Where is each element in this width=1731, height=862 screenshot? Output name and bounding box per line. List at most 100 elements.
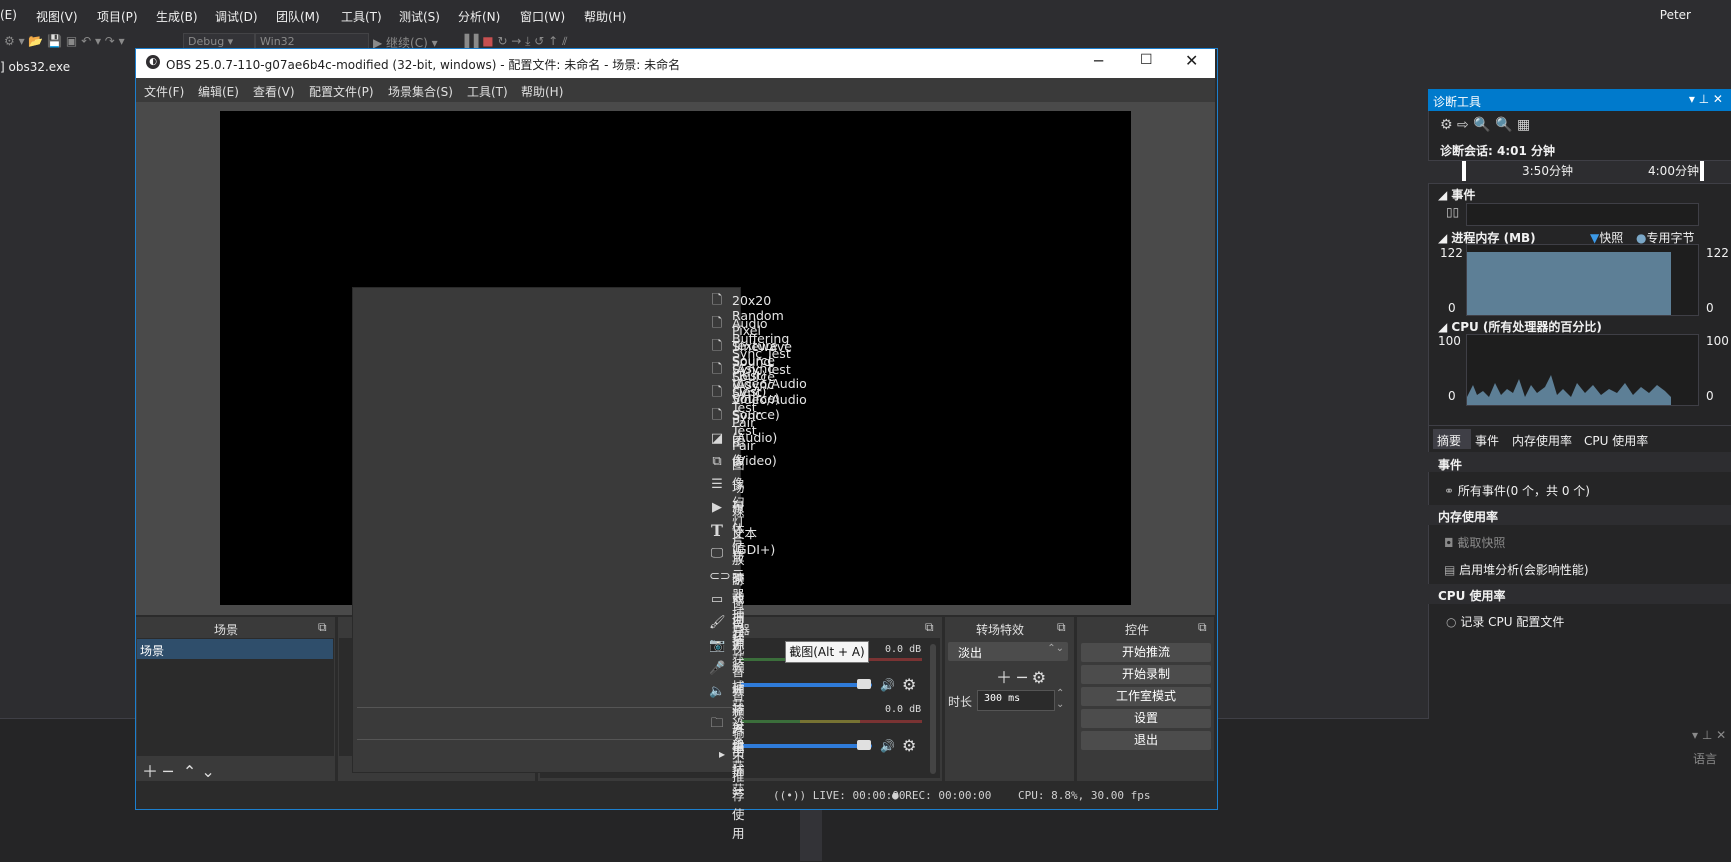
obs-menu-scene-collection[interactable]: 场景集合(S) — [388, 83, 453, 100]
obs-menu-file[interactable]: 文件(F) — [144, 83, 184, 100]
vs-menu-team[interactable]: 团队(M) — [276, 8, 320, 25]
obs-menu-view[interactable]: 查看(V) — [253, 83, 295, 100]
diag-tab-summary[interactable]: 摘要 — [1437, 432, 1461, 449]
mixer-undock-icon[interactable]: ⧉ — [925, 620, 934, 635]
menu-item-group[interactable]: 🗀 分组 — [352, 713, 744, 753]
speaker-icon-1[interactable]: 🔊 — [880, 678, 895, 692]
sec-events-bar — [1428, 452, 1731, 472]
minimize-icon[interactable]: ─ — [1094, 52, 1103, 70]
transition-select[interactable]: 淡出 ⌃⌄ — [948, 642, 1068, 661]
vs-menu-view[interactable]: 视图(V) — [36, 8, 78, 25]
exit-button[interactable]: 退出 — [1081, 731, 1211, 750]
obs-menu-edit[interactable]: 编辑(E) — [198, 83, 239, 100]
speaker-icon-2[interactable]: 🔊 — [880, 739, 895, 753]
start-recording-button[interactable]: 开始录制 — [1081, 665, 1211, 684]
menu-item-audio-buffering-sync[interactable]: 🗋 Audio Buffering Sync Test (Async Video/… — [352, 313, 807, 406]
transition-toolbar[interactable]: ＋ ─ ⚙ — [996, 664, 1046, 688]
vs-menu-analyze[interactable]: 分析(N) — [458, 8, 500, 25]
mixer-gear-icon-1[interactable]: ⚙ — [902, 675, 916, 694]
file-icon: 🗋 — [711, 316, 723, 331]
events-header: ◢ 事件 — [1438, 188, 1476, 202]
all-events-link[interactable]: ⚭ 所有事件(0 个，共 0 个) — [1444, 482, 1590, 499]
image-icon: ◪ — [710, 431, 724, 446]
cpu-status: CPU: 8.8%, 30.00 fps — [1018, 789, 1151, 802]
menu-item-sync-test-audio[interactable]: 🗋 Sync Test Pair (Audio) — [352, 382, 778, 445]
studio-mode-button[interactable]: 工作室模式 — [1081, 687, 1211, 706]
menu-item-color-source[interactable]: 🖌 色源 — [352, 612, 745, 652]
maximize-icon[interactable]: ☐ — [1140, 52, 1153, 68]
volume-handle-2[interactable] — [857, 740, 871, 750]
duration-input[interactable]: 300 ms — [977, 690, 1055, 711]
vs-menu-build[interactable]: 生成(B) — [156, 8, 198, 25]
menu-item-image[interactable]: ◪ 图像 — [352, 428, 745, 468]
close-icon[interactable]: ✕ — [1185, 51, 1198, 70]
vs-menu-test[interactable]: 测试(S) — [399, 8, 440, 25]
obs-menu-tools[interactable]: 工具(T) — [467, 83, 508, 100]
vs-user-name[interactable]: Peter — [1660, 8, 1691, 22]
sec-memory-title: 内存使用率 — [1438, 510, 1499, 524]
scenes-undock-icon[interactable]: ⧉ — [318, 620, 327, 635]
transitions-undock-icon[interactable]: ⧉ — [1057, 620, 1066, 635]
rec-status: ● REC: 00:00:00 — [892, 789, 992, 802]
vs-menu-help[interactable]: 帮助(H) — [584, 8, 626, 25]
duration-stepper[interactable]: ⌃ ⌄ — [1056, 688, 1064, 710]
menu-item-window-capture[interactable]: ▭ 窗口捕获 — [352, 589, 745, 667]
controls-undock-icon[interactable]: ⧉ — [1198, 620, 1207, 635]
diag-toolbar-icons[interactable]: ⚙ ⇨ 🔍 🔍 ▦ — [1440, 117, 1530, 133]
menu-item-random-pixel[interactable]: 🗋 20x20 Random Pixel Texture Source (Test… — [352, 290, 784, 383]
menu-item-media-source[interactable]: ▶ 媒体源 — [352, 497, 745, 556]
menu-item-display-capture[interactable]: 🖵 显示器捕获 — [352, 543, 745, 640]
vs-menu-window[interactable]: 窗口(W) — [520, 8, 565, 25]
menu-item-deprecated[interactable]: 不推荐使用 ▸ — [352, 744, 745, 841]
cpu-chart — [1466, 334, 1699, 406]
vs-menu-debug[interactable]: 调试(D) — [215, 8, 258, 25]
menu-separator — [357, 707, 735, 708]
debug-controls[interactable]: ▐▐ ■ ↻ → ⤓ ↺ ↑ ⫽ — [460, 34, 567, 49]
heap-profile-button[interactable]: ▤ 启用堆分析(会影响性能) — [1444, 561, 1589, 578]
menu-separator — [357, 739, 735, 740]
vs-left-tab[interactable]: ] obs32.exe — [0, 56, 135, 76]
timeline-start-handle[interactable] — [1462, 161, 1466, 181]
play-icon: ▶ — [712, 500, 722, 515]
volume-handle-1[interactable] — [857, 679, 871, 689]
menu-item-text-gdi[interactable]: T 文本 (GDI+) — [352, 520, 775, 558]
menu-item-sync-test-video[interactable]: 🗋 Sync Test Pair (Video) — [352, 405, 777, 468]
vs-menu-tools[interactable]: 工具(T) — [341, 8, 382, 25]
vs-menu-project[interactable]: 项目(P) — [97, 8, 138, 25]
diagnostics-window-controls[interactable]: ▾ ⊥ ✕ — [1689, 92, 1723, 106]
scene-item[interactable]: 场景 — [137, 639, 333, 659]
mixer-db-2: 0.0 dB — [885, 704, 922, 715]
menu-item-scene[interactable]: ☰ 场景 — [352, 474, 744, 514]
timeline-end-handle[interactable] — [1700, 161, 1704, 181]
menu-item-audio-output[interactable]: 🔈 音频输出捕获 — [352, 681, 745, 797]
menu-item-sinewave[interactable]: 🗋 Sinewave Sound Source (Test) — [352, 336, 792, 399]
take-snapshot-button[interactable]: ◘ 截取快照 — [1444, 534, 1505, 551]
cpu-min-left: 0 — [1448, 389, 1456, 403]
diag-tab-cpu[interactable]: CPU 使用率 — [1584, 432, 1648, 449]
diag-tab-memory[interactable]: 内存使用率 — [1512, 432, 1572, 449]
menu-item-slideshow[interactable]: ⧉ 图像幻灯片放映 — [352, 451, 744, 586]
settings-button[interactable]: 设置 — [1081, 709, 1211, 728]
obs-menu-help[interactable]: 帮助(H) — [521, 83, 563, 100]
menu-item-video-capture[interactable]: 📷 视频捕获设备 — [352, 635, 745, 751]
diag-tab-events[interactable]: 事件 — [1475, 432, 1499, 449]
vs-menu-edit[interactable]: (E) — [0, 8, 17, 22]
obs-menu-profile[interactable]: 配置文件(P) — [309, 83, 374, 100]
mixer-gear-icon-2[interactable]: ⚙ — [902, 736, 916, 755]
diagnostics-title: 诊断工具 — [1433, 95, 1482, 109]
mem-max-left: 122 — [1440, 246, 1463, 260]
volume-slider-2[interactable] — [740, 744, 872, 748]
vs-bottom-pin[interactable]: ▾ ⊥ ✕ — [1692, 728, 1726, 742]
record-cpu-button[interactable]: ○ 记录 CPU 配置文件 — [1446, 613, 1564, 630]
menu-item-audio-input[interactable]: 🎤 音频输入捕获 — [352, 658, 745, 774]
brush-icon: 🖌 — [709, 615, 726, 630]
mixer-scrollbar[interactable] — [930, 644, 936, 774]
volume-slider-1[interactable] — [740, 683, 872, 687]
toolbar-icons-left[interactable]: ⚙ ▾ 📂 💾 ▣ ↶ ▾ ↷ ▾ — [4, 34, 125, 48]
start-streaming-button[interactable]: 开始推流 — [1081, 643, 1211, 662]
menu-item-game-capture[interactable]: ⊂⊃ 游戏捕获 — [352, 566, 745, 644]
scenes-toolbar[interactable]: ＋ ─ ⌃ ⌄ — [142, 758, 215, 782]
menu-item-sync-test[interactable]: 🗋 Sync Test (Async Video/Audio Source) — [352, 359, 807, 422]
microphone-icon: 🎤 — [709, 661, 726, 676]
obs-title-bar[interactable]: ◐ OBS 25.0.7-110-g07ae6b4c-modified (32-… — [136, 49, 1215, 78]
